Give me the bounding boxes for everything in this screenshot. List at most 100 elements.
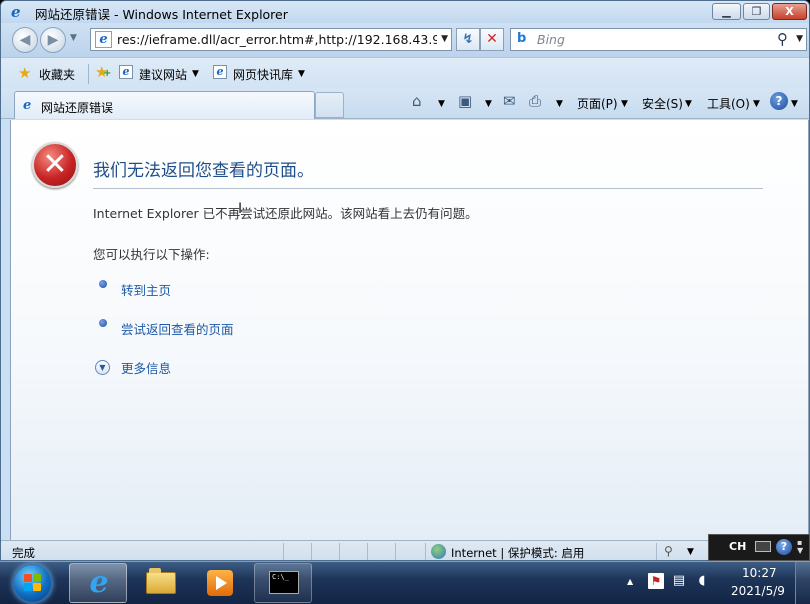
folder-icon: [146, 568, 176, 594]
maximize-button[interactable]: ❐: [743, 3, 770, 20]
status-bar: 完成 Internet | 保护模式: 启用 ⚲ ▼: [1, 540, 809, 560]
options-icon[interactable]: ▪ ▼: [797, 539, 803, 555]
input-language[interactable]: CH: [729, 540, 746, 553]
tab-active[interactable]: e 网站还原错误: [14, 91, 315, 119]
stop-button[interactable]: ✕: [480, 28, 504, 51]
search-icon[interactable]: ⚲: [777, 30, 788, 48]
ie-logo-icon: e: [89, 565, 109, 600]
title-bar[interactable]: e 网站还原错误 - Windows Internet Explorer ▁ ❐…: [1, 1, 809, 23]
feeds-icon[interactable]: ▣: [458, 92, 472, 110]
ie-window: e 网站还原错误 - Windows Internet Explorer ▁ ❐…: [0, 0, 810, 561]
network-icon[interactable]: ▤: [671, 573, 687, 589]
navigation-bar: ◀ ▶ ▼ e res://ieframe.dll/acr_error.htm#…: [1, 23, 809, 57]
zoom-dropdown-icon[interactable]: ▼: [687, 547, 694, 557]
address-bar[interactable]: e res://ieframe.dll/acr_error.htm#,http:…: [90, 28, 452, 51]
status-divider: [339, 543, 340, 560]
chevron-down-icon[interactable]: ▼: [485, 99, 492, 109]
safety-menu[interactable]: 安全(S): [642, 95, 683, 112]
tools-menu[interactable]: 工具(O): [707, 95, 750, 112]
command-prompt-icon: C:\_: [269, 571, 299, 594]
refresh-button[interactable]: ↯: [456, 28, 480, 51]
language-bar: CH ? ▪ ▼: [708, 534, 810, 561]
tab-row: e 网站还原错误 ⌂ ▼ ▣ ▼ ✉ ⎙ ▼ 页面(P) ▼ 安全(S) ▼ 工…: [1, 88, 809, 119]
add-to-favorites-bar-icon[interactable]: ★: [95, 63, 112, 81]
show-desktop-button[interactable]: [795, 562, 810, 604]
internet-zone-icon: [431, 544, 446, 559]
keyboard-icon[interactable]: [755, 541, 771, 552]
suggested-sites-link[interactable]: 建议网站: [139, 66, 187, 83]
bullet-icon: [99, 319, 107, 327]
chevron-down-icon[interactable]: ▼: [298, 69, 305, 79]
chevron-down-icon[interactable]: ▼: [192, 69, 199, 79]
taskbar-cmd-button[interactable]: C:\_: [254, 563, 312, 603]
tab-page-icon: e: [23, 98, 32, 113]
minimize-button[interactable]: ▁: [712, 3, 741, 20]
read-mail-icon[interactable]: ✉: [503, 92, 516, 110]
taskbar-media-player-button[interactable]: [190, 563, 248, 603]
web-slice-gallery-link[interactable]: 网页快讯库: [233, 66, 293, 83]
retry-page-link[interactable]: 尝试返回查看的页面: [121, 319, 234, 338]
start-button[interactable]: [13, 564, 52, 603]
taskbar-explorer-button[interactable]: [131, 563, 189, 603]
windows-logo-icon: [24, 574, 42, 592]
more-info-link[interactable]: 更多信息: [121, 358, 171, 377]
chevron-down-icon[interactable]: ▼: [791, 99, 798, 109]
page-icon: e: [95, 31, 112, 48]
back-arrow-icon: ◀: [19, 32, 31, 48]
volume-icon[interactable]: ◖: [694, 573, 710, 589]
new-tab-button[interactable]: [315, 92, 344, 118]
error-icon: ✕: [32, 142, 78, 188]
status-divider: [311, 543, 312, 560]
status-divider: [283, 543, 284, 560]
ie-logo-icon: e: [11, 3, 21, 21]
stop-icon: ✕: [486, 31, 498, 47]
help-icon[interactable]: ?: [776, 539, 792, 555]
web-slice-gallery-icon: e: [213, 65, 227, 79]
show-hidden-icons-icon[interactable]: ▲: [627, 577, 633, 586]
favorites-star-icon[interactable]: ★: [18, 64, 31, 82]
taskbar-ie-button[interactable]: e: [69, 563, 127, 603]
print-icon[interactable]: ⎙: [529, 92, 541, 110]
clock-time[interactable]: 10:27: [742, 566, 777, 580]
chevron-down-icon[interactable]: ▼: [556, 99, 563, 109]
page-content: ✕ 我们无法返回您查看的页面。 Internet Explorer 已不再尝试还…: [10, 120, 809, 540]
forward-button[interactable]: ▶: [40, 27, 66, 53]
bing-logo-icon: b: [517, 31, 527, 46]
address-input[interactable]: res://ieframe.dll/acr_error.htm#,http://…: [117, 32, 437, 47]
search-options-dropdown-icon[interactable]: ▼: [796, 34, 803, 44]
help-icon[interactable]: ?: [770, 92, 788, 110]
home-icon[interactable]: ⌂: [412, 92, 422, 110]
command-prompt-glyph: C:\_: [272, 573, 289, 581]
expand-circle-icon[interactable]: ▼: [95, 360, 110, 375]
chevron-down-icon[interactable]: ▼: [685, 99, 692, 109]
clock-date[interactable]: 2021/5/9: [731, 584, 785, 598]
favorites-button[interactable]: 收藏夹: [39, 66, 75, 83]
error-description: Internet Explorer 已不再尝试还原此网站。该网站看上去仍有问题。: [93, 206, 478, 221]
suggested-sites-icon: e: [119, 65, 133, 79]
status-divider: [367, 543, 368, 560]
search-input[interactable]: Bing: [537, 32, 565, 47]
chevron-down-icon[interactable]: ▼: [753, 99, 760, 109]
toolbar-separator: [88, 64, 89, 84]
chevron-down-icon[interactable]: ▼: [621, 99, 628, 109]
recent-pages-dropdown[interactable]: ▼: [70, 33, 77, 43]
forward-arrow-icon: ▶: [47, 32, 59, 48]
window-title: 网站还原错误 - Windows Internet Explorer: [35, 7, 288, 22]
text-cursor-icon: I: [238, 201, 243, 217]
go-to-home-link[interactable]: 转到主页: [121, 280, 171, 299]
status-divider: [395, 543, 396, 560]
search-box[interactable]: b Bing ⚲ ▼: [510, 28, 807, 51]
chevron-down-icon[interactable]: ▼: [438, 99, 445, 109]
error-title: 我们无法返回您查看的页面。: [93, 161, 314, 181]
back-button[interactable]: ◀: [12, 27, 38, 53]
page-menu[interactable]: 页面(P): [577, 95, 618, 112]
bullet-icon: [99, 280, 107, 288]
address-dropdown-icon[interactable]: ▼: [441, 34, 448, 44]
media-player-icon: [207, 570, 233, 596]
action-center-flag-icon[interactable]: ⚑: [648, 573, 664, 589]
close-button[interactable]: X: [772, 3, 807, 20]
divider: [93, 188, 763, 189]
security-zone-text[interactable]: Internet | 保护模式: 启用: [451, 545, 584, 560]
zoom-icon[interactable]: ⚲: [664, 544, 673, 558]
status-divider: [656, 543, 657, 560]
